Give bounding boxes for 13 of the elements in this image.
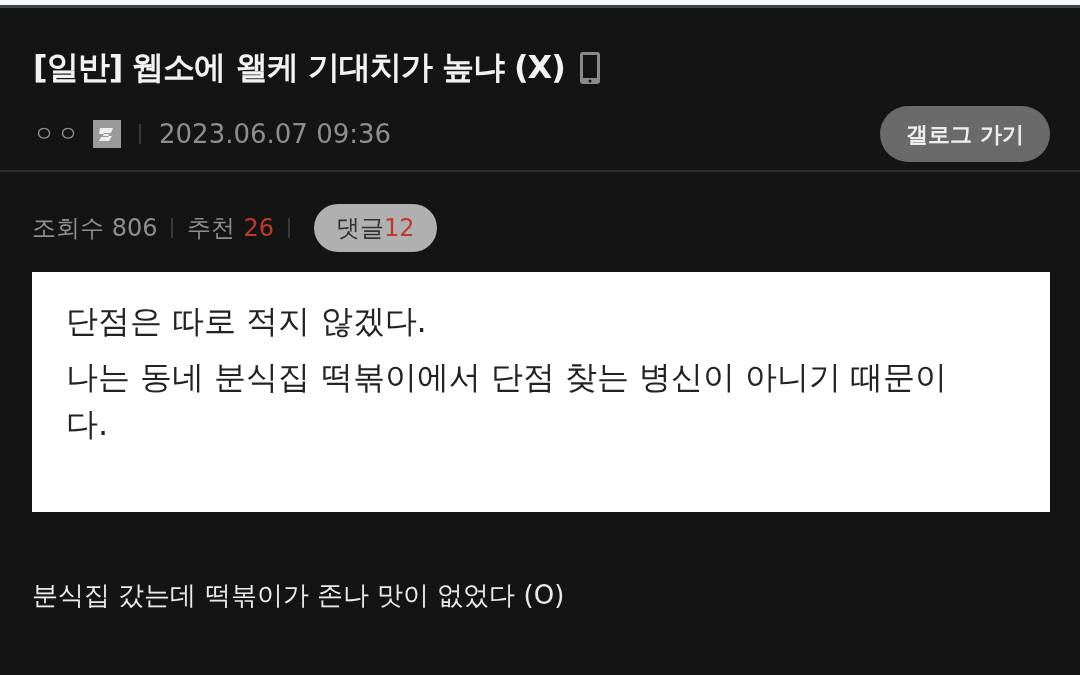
like-label: 추천 xyxy=(187,213,236,244)
view-count: 조회수 806 xyxy=(32,213,158,244)
tablet-icon xyxy=(578,51,601,85)
gallog-button[interactable]: 갤로그 가기 xyxy=(880,106,1050,162)
comment-button[interactable]: 댓글12 xyxy=(314,204,437,252)
author-name[interactable]: ㅇㅇ xyxy=(33,119,81,149)
post-date: 2023.06.07 09:36 xyxy=(159,119,392,149)
badge-icon xyxy=(93,120,121,148)
like-count: 26 xyxy=(243,214,274,242)
body-text: 분식집 갔는데 떡볶이가 존나 맛이 없었다 (O) xyxy=(32,579,566,612)
quote-text: 단점은 따로 적지 않겠다. xyxy=(66,301,428,342)
quote-text: 나는 동네 분식집 떡볶이에서 단점 찾는 병신이 아니기 때문이다. xyxy=(66,357,949,445)
post-title: [일반] 웹소에 왤케 기대치가 높냐 (X) xyxy=(33,47,565,88)
